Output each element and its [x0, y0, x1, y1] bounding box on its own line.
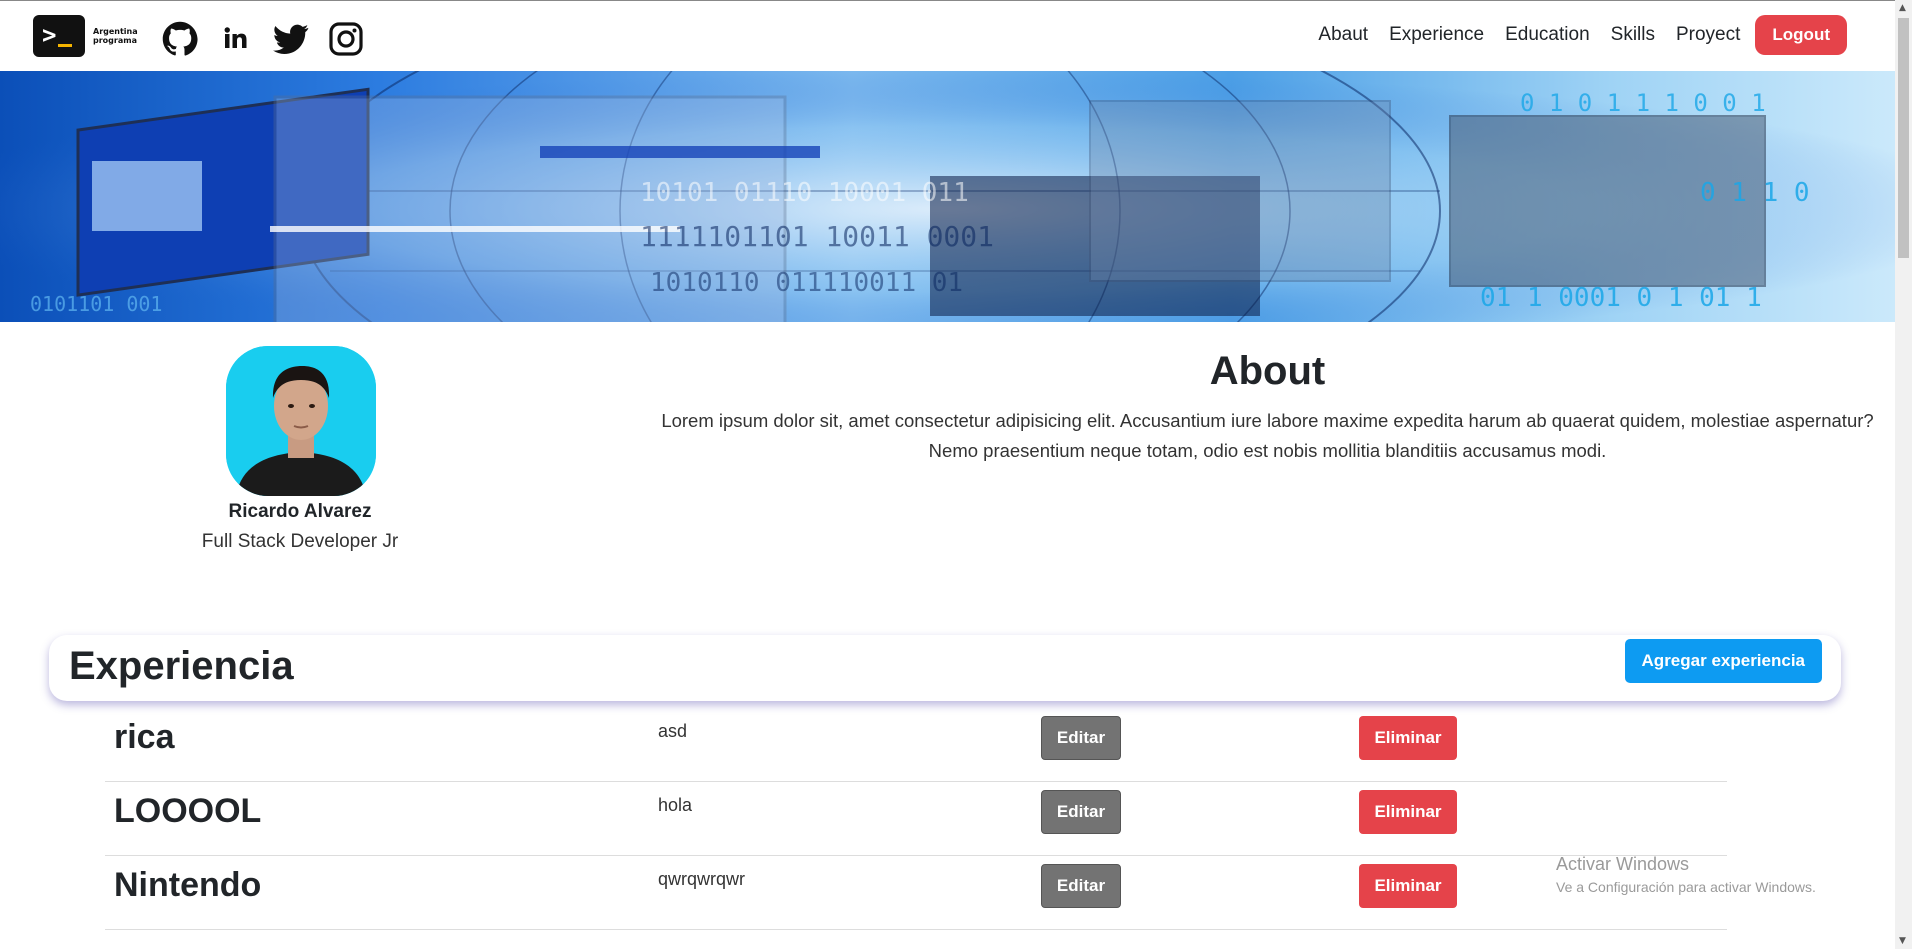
svg-text:1111101101 10011 0001: 1111101101 10011 0001	[640, 220, 994, 253]
nav-link-education[interactable]: Education	[1505, 24, 1590, 46]
brand-line1: Argentina	[93, 27, 138, 36]
experience-name: Nintendo	[114, 866, 262, 904]
logout-button[interactable]: Logout	[1755, 15, 1847, 55]
brand-logo[interactable]: > Argentina programa	[33, 15, 138, 57]
edit-button[interactable]: Editar	[1041, 716, 1121, 760]
nav-link-experience[interactable]: Experience	[1389, 24, 1484, 46]
scroll-up-icon[interactable]: ▲	[1899, 3, 1906, 13]
github-icon[interactable]	[162, 21, 198, 57]
svg-text:1010110 011110011 01: 1010110 011110011 01	[650, 268, 963, 298]
terminal-icon: >	[33, 15, 85, 57]
svg-text:0 1 0 1 1 1 0 0 1: 0 1 0 1 1 1 0 0 1	[1520, 89, 1766, 117]
nav-link-skills[interactable]: Skills	[1611, 24, 1655, 46]
edit-button[interactable]: Editar	[1041, 864, 1121, 908]
nav-link-about[interactable]: Abaut	[1318, 24, 1368, 46]
delete-button[interactable]: Eliminar	[1359, 864, 1457, 908]
instagram-icon[interactable]	[328, 21, 364, 57]
profile-name: Ricardo Alvarez	[228, 501, 372, 522]
page: > Argentina programa Abaut Experience Ed…	[0, 0, 1895, 949]
brand-text: Argentina programa	[93, 27, 138, 45]
experience-name: LOOOOL	[114, 792, 262, 830]
nav-links: Abaut Experience Education Skills Proyec…	[1297, 15, 1847, 55]
navbar: > Argentina programa Abaut Experience Ed…	[0, 1, 1895, 71]
profile-title: Full Stack Developer Jr	[201, 531, 399, 552]
banner-artwork: 10101 01110 10001 011 1111101101 10011 0…	[0, 71, 1895, 322]
experience-row: rica asd Editar Eliminar	[105, 708, 1727, 782]
svg-text:10101 01110 10001 011: 10101 01110 10001 011	[640, 178, 969, 208]
nav-link-projects[interactable]: Proyect	[1676, 24, 1740, 46]
avatar	[226, 346, 376, 496]
experience-desc: qwrqwrqwr	[658, 869, 746, 889]
scroll-down-icon[interactable]: ▼	[1899, 936, 1906, 946]
vertical-scrollbar[interactable]: ▲ ▼	[1895, 0, 1912, 949]
experience-row: Nintendo qwrqwrqwr Editar Eliminar	[105, 856, 1727, 930]
svg-text:01 1 0001 0 1 01 1: 01 1 0001 0 1 01 1	[1480, 283, 1762, 313]
person-photo	[226, 346, 376, 496]
experience-name: rica	[114, 718, 175, 756]
experience-header: Experiencia Agregar experiencia	[49, 635, 1841, 701]
windows-activation-watermark: Activar Windows Ve a Configuración para …	[1556, 854, 1816, 895]
watermark-title: Activar Windows	[1556, 854, 1690, 874]
experience-row: LOOOOL hola Editar Eliminar	[105, 782, 1727, 856]
experience-heading: Experiencia	[69, 644, 294, 688]
linkedin-icon[interactable]	[218, 21, 254, 57]
edit-button[interactable]: Editar	[1041, 790, 1121, 834]
brand-line2: programa	[93, 36, 137, 45]
scrollbar-thumb[interactable]	[1898, 18, 1909, 258]
twitter-icon[interactable]	[272, 21, 309, 57]
watermark-subtitle: Ve a Configuración para activar Windows.	[1556, 879, 1816, 895]
svg-text:0 1 1 0: 0 1 1 0	[1700, 178, 1810, 208]
experience-desc: hola	[658, 795, 693, 815]
experience-desc: asd	[658, 721, 688, 741]
about-text: Lorem ipsum dolor sit, amet consectetur …	[661, 410, 1874, 461]
about-heading: About	[1209, 349, 1326, 393]
experience-list: rica asd Editar Eliminar LOOOOL hola Edi…	[105, 708, 1727, 930]
banner-image: 10101 01110 10001 011 1111101101 10011 0…	[0, 71, 1895, 322]
svg-text:0101101 001: 0101101 001	[30, 292, 162, 316]
delete-button[interactable]: Eliminar	[1359, 716, 1457, 760]
add-experience-button[interactable]: Agregar experiencia	[1624, 639, 1822, 683]
delete-button[interactable]: Eliminar	[1359, 790, 1457, 834]
